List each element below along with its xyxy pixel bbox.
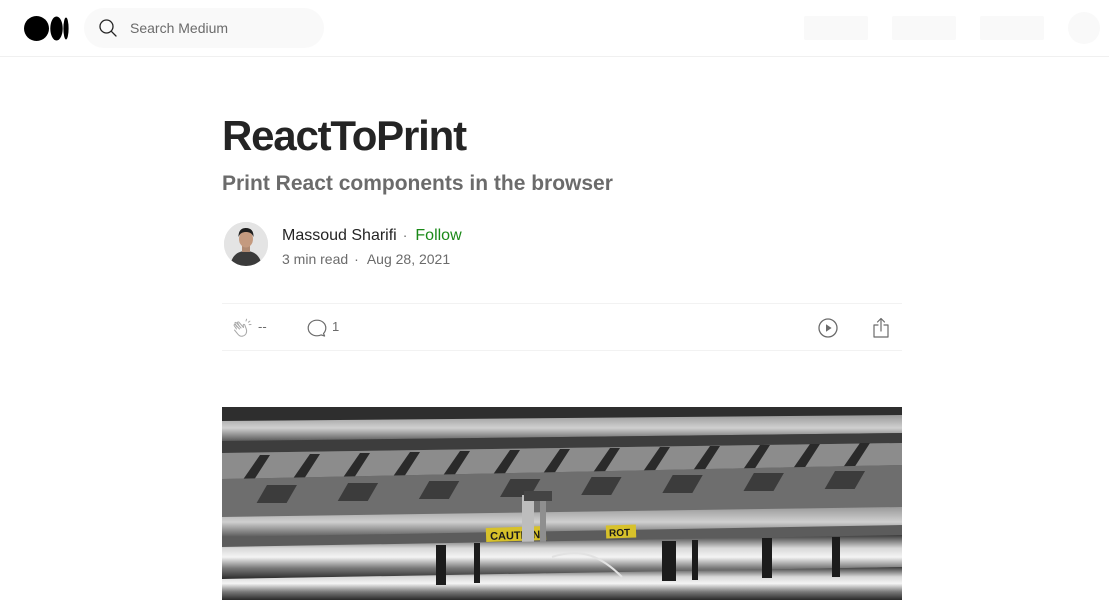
author-name-link[interactable]: Massoud Sharifi: [282, 227, 397, 244]
follow-button[interactable]: Follow: [415, 227, 461, 244]
author-avatar[interactable]: [224, 222, 268, 266]
search-icon: [99, 19, 117, 37]
read-time: 3 min read: [282, 251, 349, 267]
top-bar: [0, 0, 1109, 57]
share-icon[interactable]: [870, 316, 892, 340]
loading-placeholder-signup: [892, 16, 956, 40]
search-bar[interactable]: [84, 8, 324, 48]
clap-count: --: [258, 319, 267, 334]
author-photo: [224, 222, 268, 266]
loading-placeholder-write: [804, 16, 868, 40]
article-meta: 3 min read · Aug 28, 2021: [282, 250, 450, 268]
article-title: ReactToPrint: [222, 112, 467, 159]
response-count: 1: [332, 319, 340, 334]
search-input[interactable]: [130, 8, 310, 48]
medium-logo-icon[interactable]: [24, 16, 69, 41]
author-line: Massoud Sharifi · Follow: [282, 225, 462, 246]
separator-dot: ·: [402, 227, 408, 243]
loading-placeholder-signin: [980, 16, 1044, 40]
article-hero-image: CAUTION ROT: [222, 407, 902, 600]
publish-date: Aug 28, 2021: [366, 251, 451, 267]
play-icon[interactable]: [817, 317, 839, 339]
rot-sign: ROT: [609, 528, 630, 540]
article-action-bar: -- 1: [222, 303, 902, 351]
response-icon[interactable]: [306, 317, 328, 339]
user-avatar-placeholder[interactable]: [1068, 12, 1100, 44]
clap-icon[interactable]: [230, 316, 254, 340]
article-subtitle: Print React components in the browser: [222, 172, 613, 195]
printing-press-photo: CAUTION ROT: [222, 407, 902, 600]
separator-dot: ·: [354, 251, 359, 267]
